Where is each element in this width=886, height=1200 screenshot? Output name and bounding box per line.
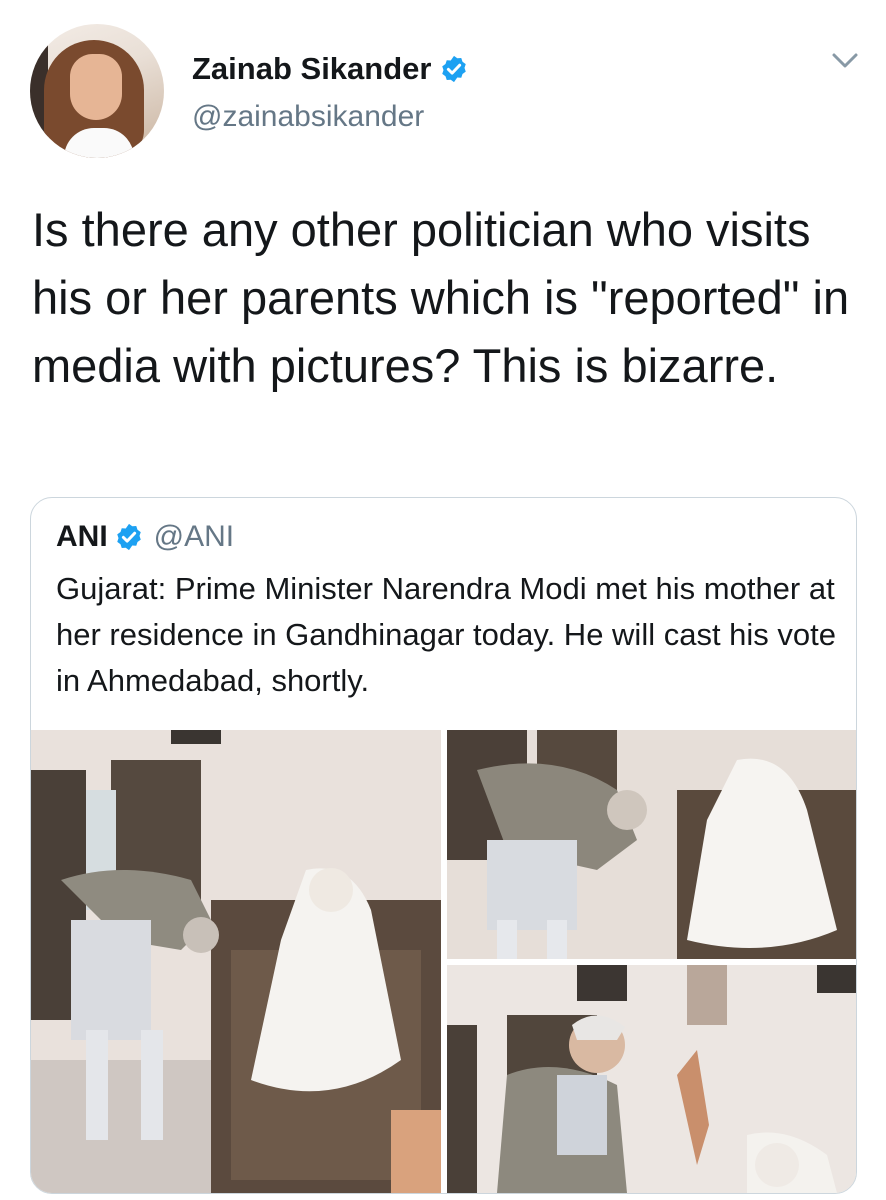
quoted-display-name: ANI [56, 520, 108, 553]
quoted-photo-3[interactable] [447, 965, 856, 1193]
author-handle[interactable]: @zainabsikander [192, 99, 424, 135]
quoted-handle: @ANI [153, 520, 235, 553]
quoted-photo-2[interactable] [447, 730, 856, 959]
tweet-text: Is there any other politician who visits… [32, 203, 850, 392]
quoted-tweet-text: Gujarat: Prime Minister Narendra Modi me… [56, 571, 837, 698]
quoted-tweet-header: ANI @ANI [56, 520, 234, 554]
verified-badge-icon [442, 55, 467, 83]
quoted-photo-1[interactable] [31, 730, 441, 1193]
author-avatar[interactable] [30, 24, 164, 158]
author-display-name[interactable]: Zainab Sikander [192, 50, 431, 88]
chevron-down-icon[interactable] [830, 50, 860, 72]
quoted-tweet-card[interactable]: ANI @ANI Gujarat: Prime Minister Narendr… [30, 497, 857, 1194]
quoted-verified-badge-icon [116, 523, 141, 551]
author-name-row[interactable]: Zainab Sikander [192, 50, 469, 88]
